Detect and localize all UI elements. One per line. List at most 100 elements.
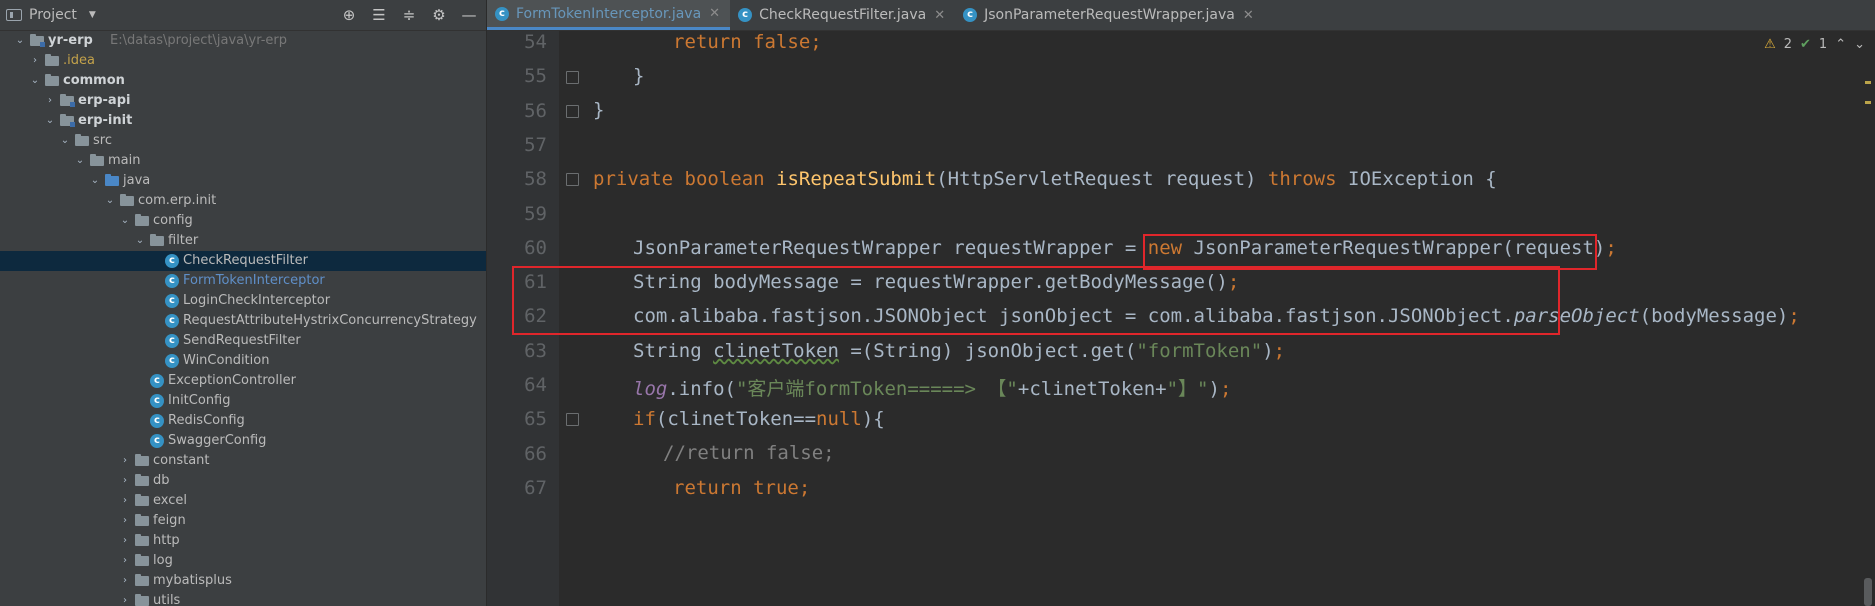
folder-icon bbox=[60, 94, 75, 107]
line-number: 63 bbox=[524, 339, 547, 362]
tree-item[interactable]: › feign bbox=[0, 511, 486, 531]
tree-item[interactable]: ⌄ yr-erp E:\datas\project\java\yr-erp bbox=[0, 31, 486, 51]
tree-item[interactable]: c ExceptionController bbox=[0, 371, 486, 391]
tree-item[interactable]: ⌄ main bbox=[0, 151, 486, 171]
chevron-right-icon[interactable]: › bbox=[119, 551, 131, 571]
chevron-right-icon[interactable]: › bbox=[119, 511, 131, 531]
tree-item[interactable]: c FormTokenInterceptor bbox=[0, 271, 486, 291]
punctuation: ; bbox=[810, 31, 822, 53]
tab-form-token-interceptor[interactable]: c FormTokenInterceptor.java ✕ bbox=[487, 0, 731, 30]
chevron-down-icon[interactable]: ⌄ bbox=[29, 71, 41, 91]
fold-marker-icon[interactable] bbox=[566, 173, 579, 186]
tree-item-label: mybatisplus bbox=[153, 573, 232, 588]
tree-item[interactable]: › excel bbox=[0, 491, 486, 511]
tree-item[interactable]: › erp-api bbox=[0, 91, 486, 111]
tree-item[interactable]: ⌄ common bbox=[0, 71, 486, 91]
collapse-all-icon[interactable]: ≑ bbox=[400, 6, 418, 24]
class-icon: c bbox=[165, 254, 179, 268]
chevron-down-icon[interactable]: ⌄ bbox=[44, 111, 56, 131]
line-number: 67 bbox=[524, 476, 547, 499]
project-panel-title[interactable]: Project bbox=[29, 7, 77, 23]
editor-scrollbar[interactable] bbox=[1863, 31, 1873, 606]
tree-item[interactable]: c InitConfig bbox=[0, 391, 486, 411]
tree-item-label: log bbox=[153, 553, 173, 568]
tree-item[interactable]: c LoginCheckInterceptor bbox=[0, 291, 486, 311]
tree-item[interactable]: › utils bbox=[0, 591, 486, 606]
tree-item-label: src bbox=[93, 133, 112, 148]
folder-icon bbox=[135, 594, 149, 606]
chevron-down-icon[interactable]: ⌄ bbox=[134, 231, 146, 251]
hide-icon[interactable]: — bbox=[460, 6, 478, 24]
keyword: private bbox=[593, 168, 685, 190]
fold-marker-icon[interactable] bbox=[566, 413, 579, 426]
close-icon[interactable]: ✕ bbox=[709, 6, 720, 21]
chevron-right-icon[interactable]: › bbox=[119, 571, 131, 591]
chevron-down-icon[interactable]: ⌄ bbox=[104, 191, 116, 211]
chevron-right-icon[interactable]: › bbox=[119, 531, 131, 551]
tree-item-label: excel bbox=[153, 493, 187, 508]
close-icon[interactable]: ✕ bbox=[934, 8, 945, 23]
project-panel: Project ▼ ⊕ ☰ ≑ ⚙ — ⌄ yr-erp E:\datas\proj… bbox=[0, 0, 487, 606]
folder-icon bbox=[135, 214, 149, 226]
chevron-right-icon[interactable]: › bbox=[119, 471, 131, 491]
fold-marker-icon[interactable] bbox=[566, 71, 579, 84]
tab-check-request-filter[interactable]: c CheckRequestFilter.java ✕ bbox=[730, 0, 955, 30]
code-text: (clinetToken== bbox=[655, 408, 817, 430]
scrollbar-thumb[interactable] bbox=[1864, 578, 1872, 606]
project-panel-header: Project ▼ ⊕ ☰ ≑ ⚙ — bbox=[0, 0, 486, 31]
class-icon: c bbox=[165, 354, 179, 368]
tree-item[interactable]: c SendRequestFilter bbox=[0, 331, 486, 351]
tree-item[interactable]: › db bbox=[0, 471, 486, 491]
tree-item[interactable]: c WinCondition bbox=[0, 351, 486, 371]
chevron-down-icon[interactable]: ⌄ bbox=[89, 171, 101, 191]
tree-item-label: ExceptionController bbox=[168, 373, 296, 388]
tree-item[interactable]: › constant bbox=[0, 451, 486, 471]
tree-item[interactable]: c RedisConfig bbox=[0, 411, 486, 431]
code-line-63: String clinetToken =(String) jsonObject.… bbox=[633, 340, 1285, 362]
tree-item[interactable]: c RequestAttributeHystrixConcurrencyStrat… bbox=[0, 311, 486, 331]
tab-json-parameter-request-wrapper[interactable]: c JsonParameterRequestWrapper.java ✕ bbox=[955, 0, 1264, 30]
tree-item-label: FormTokenInterceptor bbox=[183, 273, 325, 288]
class-icon: c bbox=[150, 434, 164, 448]
chevron-right-icon[interactable]: › bbox=[44, 91, 56, 111]
tree-item[interactable]: ⌄ filter bbox=[0, 231, 486, 251]
chevron-right-icon[interactable]: › bbox=[29, 51, 41, 71]
tree-item[interactable]: › mybatisplus bbox=[0, 571, 486, 591]
project-toolbar: ⊕ ☰ ≑ ⚙ — bbox=[340, 0, 486, 30]
warning-icon: ⚠ bbox=[1764, 37, 1776, 52]
tree-item[interactable]: c SwaggerConfig bbox=[0, 431, 486, 451]
chevron-right-icon[interactable]: › bbox=[119, 451, 131, 471]
tree-item[interactable]: › .idea bbox=[0, 51, 486, 71]
expand-all-icon[interactable]: ☰ bbox=[370, 6, 388, 24]
tree-item[interactable]: ⌄ java bbox=[0, 171, 486, 191]
chevron-down-icon[interactable]: ⌄ bbox=[119, 211, 131, 231]
chevron-down-icon[interactable]: ▼ bbox=[89, 10, 96, 20]
chevron-right-icon[interactable]: › bbox=[119, 491, 131, 511]
inspection-widget[interactable]: ⚠ 2 ✔ 1 ⌃ ⌄ bbox=[1764, 37, 1865, 52]
close-icon[interactable]: ✕ bbox=[1243, 8, 1254, 23]
chevron-down-icon[interactable]: ⌄ bbox=[14, 31, 26, 51]
fold-marker-icon[interactable] bbox=[566, 105, 579, 118]
keyword: false bbox=[753, 31, 811, 53]
class-icon: c bbox=[165, 294, 179, 308]
tree-item-label: erp-init bbox=[78, 113, 133, 128]
keyword: if bbox=[633, 408, 656, 430]
tree-item[interactable]: ⌄ com.erp.init bbox=[0, 191, 486, 211]
tree-item[interactable]: › log bbox=[0, 551, 486, 571]
tree-item[interactable]: ⌄ erp-init bbox=[0, 111, 486, 131]
chevron-up-icon[interactable]: ⌃ bbox=[1835, 37, 1846, 52]
tree-item[interactable]: ⌄ src bbox=[0, 131, 486, 151]
folder-icon bbox=[135, 534, 149, 546]
class-icon: c bbox=[165, 314, 179, 328]
gear-icon[interactable]: ⚙ bbox=[430, 6, 448, 24]
code-line-58: private boolean isRepeatSubmit(HttpServl… bbox=[593, 168, 1497, 190]
tree-item-label: main bbox=[108, 153, 141, 168]
folder-icon bbox=[135, 554, 149, 566]
chevron-down-icon[interactable]: ⌄ bbox=[74, 151, 86, 171]
target-icon[interactable]: ⊕ bbox=[340, 6, 358, 24]
tree-item[interactable]: c CheckRequestFilter bbox=[0, 251, 486, 271]
tree-item[interactable]: › http bbox=[0, 531, 486, 551]
chevron-right-icon[interactable]: › bbox=[119, 591, 131, 606]
chevron-down-icon[interactable]: ⌄ bbox=[59, 131, 71, 151]
tree-item[interactable]: ⌄ config bbox=[0, 211, 486, 231]
